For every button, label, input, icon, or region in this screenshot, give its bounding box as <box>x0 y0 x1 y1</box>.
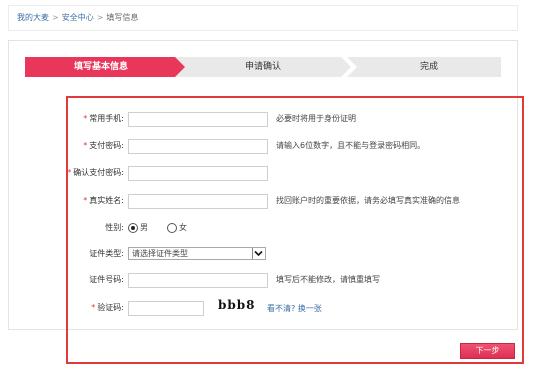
id-type-select[interactable]: 请选择证件类型 <box>128 247 266 260</box>
real-name-label: * 真实姓名: <box>83 196 124 205</box>
chevron-down-icon[interactable] <box>252 248 265 259</box>
phone-label-wrap: * 常用手机: <box>0 111 124 127</box>
confirm-pay-password-input[interactable] <box>128 166 268 181</box>
pay-password-input[interactable] <box>128 139 268 154</box>
step-progress: 填写基本信息 申请确认 完成 <box>25 57 501 77</box>
real-name-hint: 找回账户时的重要依据，请务必填写真实准确的信息 <box>276 196 460 205</box>
breadcrumb: 我的大麦 > 安全中心 > 填写信息 <box>8 5 518 31</box>
id-type-selected-value: 请选择证件类型 <box>132 249 188 258</box>
captcha-input[interactable] <box>128 301 204 316</box>
id-number-input[interactable] <box>128 273 268 288</box>
breadcrumb-home-link[interactable]: 我的大麦 <box>17 13 49 22</box>
step-3-label: 完成 <box>419 62 438 72</box>
id-type-label: 证件类型: <box>89 249 124 258</box>
pay-password-label: * 支付密码: <box>83 141 124 150</box>
captcha-refresh-link[interactable]: 看不清? 换一张 <box>267 303 322 314</box>
confirm-pay-password-label: * 确认支付密码: <box>67 168 124 177</box>
captcha-label: * 验证码: <box>91 303 124 312</box>
phone-label: * 常用手机: <box>83 114 124 123</box>
real-name-input[interactable] <box>128 194 268 209</box>
id-number-label-wrap: 证件号码: <box>0 272 124 288</box>
breadcrumb-current: 填写信息 <box>106 13 139 22</box>
gender-male-label: 男 <box>140 223 148 232</box>
next-step-button[interactable]: 下一步 <box>460 343 515 359</box>
captcha-image[interactable]: bbb8 <box>218 298 256 312</box>
id-number-label: 证件号码: <box>89 275 124 284</box>
breadcrumb-separator: > <box>96 13 104 22</box>
breadcrumb-security-link[interactable]: 安全中心 <box>62 13 94 22</box>
gender-male-radio[interactable] <box>128 223 138 233</box>
gender-female-radio[interactable] <box>167 223 177 233</box>
pay-password-label-wrap: * 支付密码: <box>0 138 124 154</box>
real-name-label-wrap: * 真实姓名: <box>0 193 124 209</box>
confirm-pay-password-label-wrap: * 确认支付密码: <box>0 165 124 181</box>
step-1-label: 填写基本信息 <box>73 62 128 72</box>
pay-password-hint: 请输入6位数字，且不能与登录密码相同。 <box>276 141 426 150</box>
gender-label-wrap: 性别: <box>0 220 124 236</box>
gender-female-label: 女 <box>179 223 187 232</box>
id-number-hint: 填写后不能修改，请慎重填写 <box>276 275 380 284</box>
step-2-label: 申请确认 <box>244 62 281 72</box>
captcha-label-wrap: * 验证码: <box>0 300 124 316</box>
gender-label: 性别: <box>105 223 124 232</box>
phone-input[interactable] <box>128 112 268 127</box>
id-type-label-wrap: 证件类型: <box>0 246 124 262</box>
phone-hint: 必要时将用于身份证明 <box>276 114 356 123</box>
breadcrumb-separator: > <box>52 13 59 22</box>
